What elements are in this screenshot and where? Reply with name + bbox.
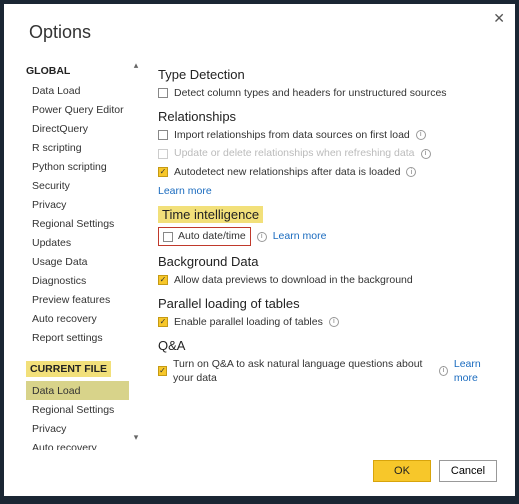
label: Enable parallel loading of tables <box>174 315 323 330</box>
row-detect-types[interactable]: Detect column types and headers for unst… <box>158 86 501 101</box>
row-parallel[interactable]: ✓ Enable parallel loading of tables i <box>158 315 501 330</box>
nav-item-data-load[interactable]: Data Load <box>26 81 143 100</box>
nav-item-auto-recovery[interactable]: Auto recovery <box>26 309 143 328</box>
highlight-box: Auto date/time <box>158 227 251 246</box>
nav-item-r-scripting[interactable]: R scripting <box>26 138 143 157</box>
nav-item-updates[interactable]: Updates <box>26 233 143 252</box>
info-icon[interactable]: i <box>439 366 448 376</box>
highlight: Time intelligence <box>158 206 263 223</box>
checkbox-checked-icon[interactable]: ✓ <box>158 275 168 285</box>
nav-item-cf-regional[interactable]: Regional Settings <box>26 400 143 419</box>
info-icon[interactable]: i <box>329 317 339 327</box>
label: Update or delete relationships when refr… <box>174 146 415 161</box>
label: Import relationships from data sources o… <box>174 128 410 143</box>
row-auto-date-time[interactable]: Auto date/time i Learn more <box>158 227 501 246</box>
nav-header-current-file: CURRENT FILE <box>26 361 111 377</box>
checkbox-icon[interactable] <box>158 130 168 140</box>
nav-item-usage-data[interactable]: Usage Data <box>26 252 143 271</box>
label: Autodetect new relationships after data … <box>174 165 400 180</box>
checkbox-checked-icon[interactable]: ✓ <box>158 167 168 177</box>
scroll-down-icon[interactable]: ▾ <box>134 431 139 444</box>
label: Turn on Q&A to ask natural language ques… <box>173 357 433 386</box>
row-autodetect-rel[interactable]: ✓ Autodetect new relationships after dat… <box>158 165 501 180</box>
nav-item-regional[interactable]: Regional Settings <box>26 214 143 233</box>
nav-item-cf-privacy[interactable]: Privacy <box>26 419 143 438</box>
options-dialog: ✕ Options GLOBAL Data Load Power Query E… <box>4 4 515 496</box>
checkbox-icon <box>158 149 168 159</box>
section-time-intelligence: Time intelligence <box>158 206 501 223</box>
nav-item-directquery[interactable]: DirectQuery <box>26 119 143 138</box>
section-background-data: Background Data <box>158 254 501 269</box>
checkbox-icon[interactable] <box>158 88 168 98</box>
dialog-title: Options <box>4 4 515 53</box>
checkbox-icon[interactable] <box>163 232 173 242</box>
row-qa[interactable]: ✓ Turn on Q&A to ask natural language qu… <box>158 357 501 386</box>
section-relationships: Relationships <box>158 109 501 124</box>
checkbox-checked-icon[interactable]: ✓ <box>158 366 167 376</box>
content-pane: Type Detection Detect column types and h… <box>144 53 515 450</box>
nav-item-privacy[interactable]: Privacy <box>26 195 143 214</box>
row-bg-data[interactable]: ✓ Allow data previews to download in the… <box>158 273 501 288</box>
sidebar: GLOBAL Data Load Power Query Editor Dire… <box>4 53 144 450</box>
nav-item-cf-data-load[interactable]: Data Load <box>26 381 129 400</box>
scroll-up-icon[interactable]: ▴ <box>134 59 139 72</box>
link-learn-more[interactable]: Learn more <box>454 357 501 386</box>
ok-button[interactable]: OK <box>373 460 431 482</box>
checkbox-checked-icon[interactable]: ✓ <box>158 317 168 327</box>
info-icon[interactable]: i <box>257 232 267 242</box>
nav-header-global: GLOBAL <box>26 65 143 77</box>
label: Detect column types and headers for unst… <box>174 86 447 101</box>
section-parallel: Parallel loading of tables <box>158 296 501 311</box>
sidebar-scrollbar[interactable]: ▴ ▾ <box>129 59 143 444</box>
row-import-rel[interactable]: Import relationships from data sources o… <box>158 128 501 143</box>
link-learn-more[interactable]: Learn more <box>158 184 212 199</box>
label: Allow data previews to download in the b… <box>174 273 413 288</box>
label: Auto date/time <box>178 229 246 244</box>
cancel-button[interactable]: Cancel <box>439 460 497 482</box>
nav-item-preview-features[interactable]: Preview features <box>26 290 143 309</box>
section-type-detection: Type Detection <box>158 67 501 82</box>
nav-item-diagnostics[interactable]: Diagnostics <box>26 271 143 290</box>
nav-item-python-scripting[interactable]: Python scripting <box>26 157 143 176</box>
row-update-rel: Update or delete relationships when refr… <box>158 146 501 161</box>
info-icon[interactable]: i <box>416 130 426 140</box>
link-learn-more[interactable]: Learn more <box>273 229 327 244</box>
nav-item-power-query[interactable]: Power Query Editor <box>26 100 143 119</box>
close-icon[interactable]: ✕ <box>493 10 505 27</box>
nav-item-cf-auto-recovery[interactable]: Auto recovery <box>26 438 143 450</box>
nav-item-report-settings[interactable]: Report settings <box>26 328 143 347</box>
nav-item-security[interactable]: Security <box>26 176 143 195</box>
dialog-body: GLOBAL Data Load Power Query Editor Dire… <box>4 53 515 450</box>
info-icon[interactable]: i <box>406 167 416 177</box>
dialog-footer: OK Cancel <box>4 450 515 496</box>
section-qa: Q&A <box>158 338 501 353</box>
info-icon: i <box>421 149 431 159</box>
